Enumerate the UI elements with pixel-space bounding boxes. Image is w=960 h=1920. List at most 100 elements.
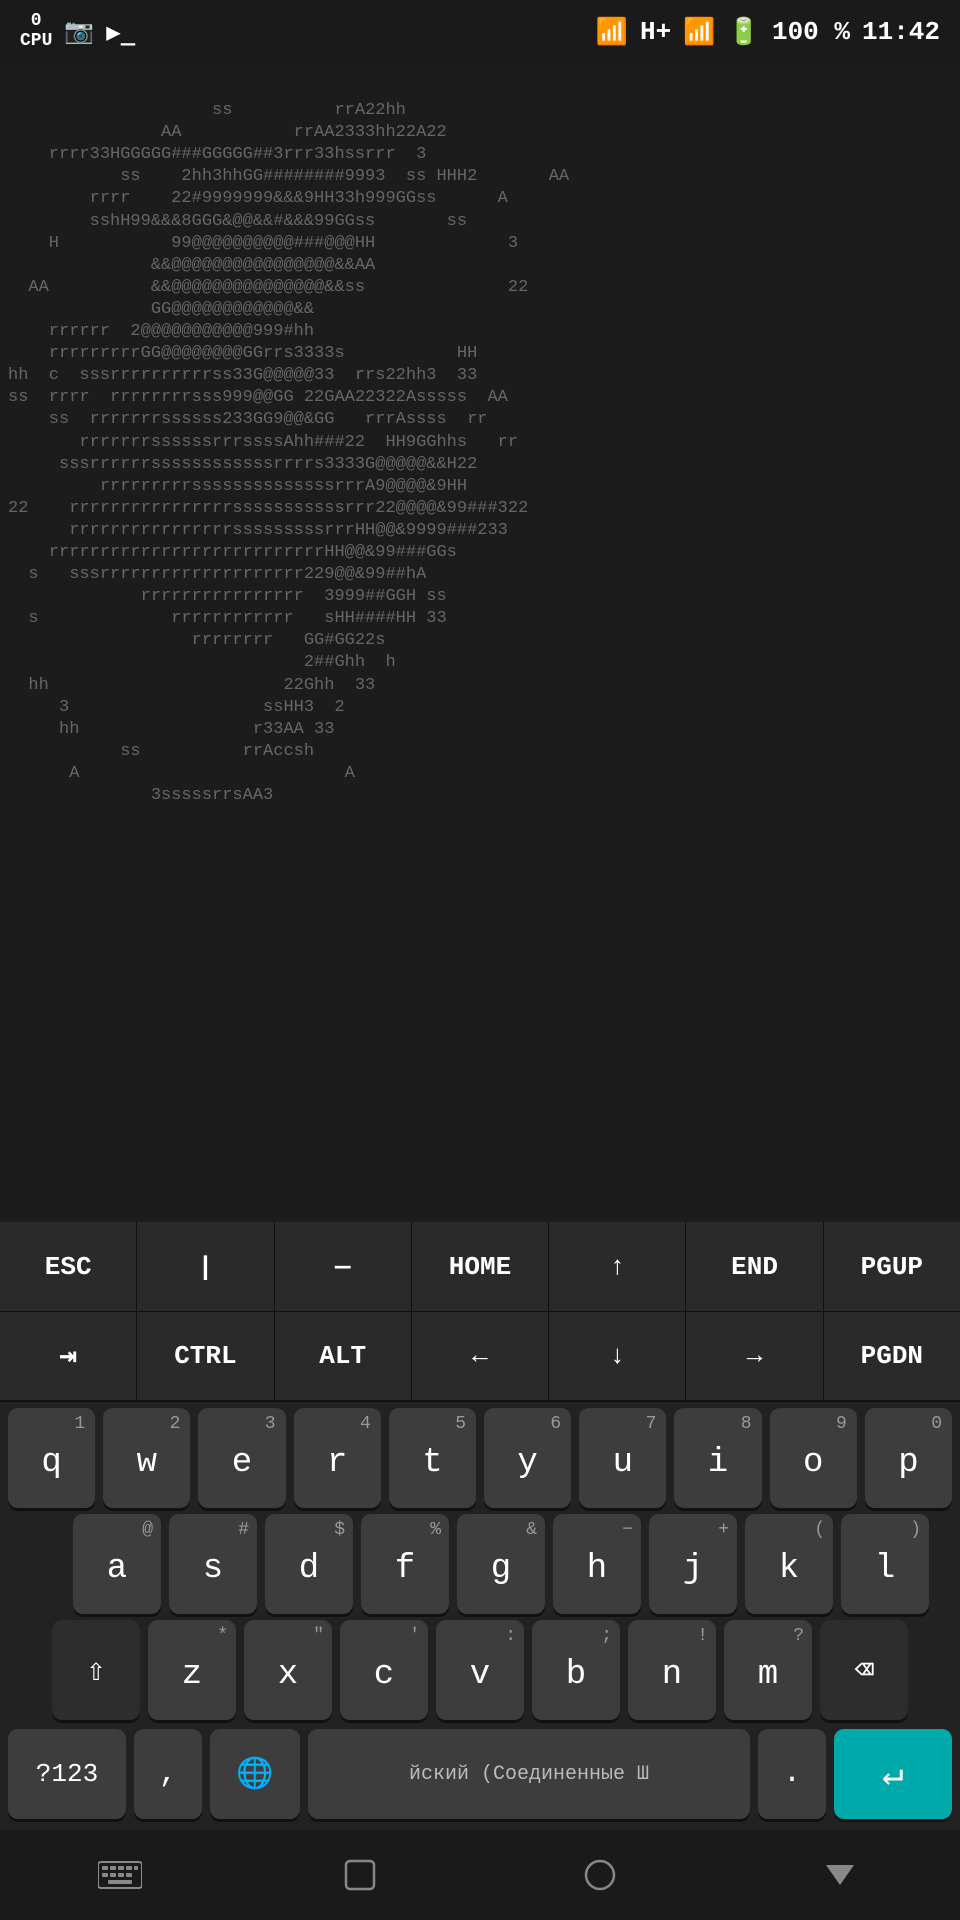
shift-icon: ⇧ — [86, 1650, 105, 1690]
key-pipe[interactable]: | — [137, 1222, 274, 1311]
key-end[interactable]: END — [686, 1222, 823, 1311]
key-w-letter: w — [137, 1444, 157, 1482]
key-z-letter: z — [182, 1656, 202, 1694]
key-j[interactable]: + j — [649, 1514, 737, 1614]
nav-home-button[interactable] — [570, 1845, 630, 1905]
key-s-sym: # — [238, 1520, 249, 1540]
key-o-num: 9 — [836, 1414, 847, 1434]
key-period-label: . — [783, 1757, 801, 1791]
key-k-sym: ( — [814, 1520, 825, 1540]
key-v-letter: v — [470, 1656, 490, 1694]
key-a-letter: a — [107, 1550, 127, 1588]
key-f[interactable]: % f — [361, 1514, 449, 1614]
enter-icon: ↵ — [882, 1753, 904, 1796]
special-row-1: ESC | — HOME ↑ END PGUP — [0, 1222, 960, 1312]
nav-keyboard-button[interactable] — [90, 1845, 150, 1905]
key-e[interactable]: 3 e — [198, 1408, 285, 1508]
key-space[interactable]: йский (Соединенные Ш — [308, 1729, 750, 1819]
key-p-letter: p — [898, 1444, 918, 1482]
key-j-letter: j — [683, 1550, 703, 1588]
key-z[interactable]: * z — [148, 1620, 236, 1720]
key-z-sym: * — [217, 1626, 228, 1646]
key-x[interactable]: " x — [244, 1620, 332, 1720]
key-r[interactable]: 4 r — [294, 1408, 381, 1508]
key-w-num: 2 — [170, 1414, 181, 1434]
key-comma[interactable]: , — [134, 1729, 202, 1819]
key-v[interactable]: : v — [436, 1620, 524, 1720]
key-left[interactable]: ← — [412, 1312, 549, 1400]
circle-icon — [582, 1857, 618, 1893]
video-icon: 📷 — [64, 17, 94, 47]
key-pgdn[interactable]: PGDN — [824, 1312, 960, 1400]
key-r-letter: r — [327, 1444, 347, 1482]
key-r-num: 4 — [360, 1414, 371, 1434]
key-home[interactable]: HOME — [412, 1222, 549, 1311]
key-j-sym: + — [718, 1520, 729, 1540]
key-b[interactable]: ; b — [532, 1620, 620, 1720]
key-right[interactable]: → — [686, 1312, 823, 1400]
key-esc[interactable]: ESC — [0, 1222, 137, 1311]
key-l[interactable]: ) l — [841, 1514, 929, 1614]
key-l-sym: ) — [910, 1520, 921, 1540]
key-i-letter: i — [708, 1444, 728, 1482]
key-q-letter: q — [41, 1444, 61, 1482]
square-icon — [342, 1857, 378, 1893]
battery-icon: 🔋 — [728, 17, 760, 48]
key-period[interactable]: . — [758, 1729, 826, 1819]
key-d-letter: d — [299, 1550, 319, 1588]
key-d[interactable]: $ d — [265, 1514, 353, 1614]
key-e-letter: e — [232, 1444, 252, 1482]
key-up[interactable]: ↑ — [549, 1222, 686, 1311]
nav-recents-button[interactable] — [330, 1845, 390, 1905]
key-backspace[interactable]: ⌫ — [820, 1620, 908, 1720]
key-dash[interactable]: — — [275, 1222, 412, 1311]
key-k-letter: k — [779, 1550, 799, 1588]
key-y-num: 6 — [550, 1414, 561, 1434]
key-u[interactable]: 7 u — [579, 1408, 666, 1508]
cpu-number: 0 — [31, 12, 42, 32]
key-c[interactable]: ' c — [340, 1620, 428, 1720]
key-comma-label: , — [159, 1757, 177, 1791]
key-alt[interactable]: ALT — [275, 1312, 412, 1400]
key-shift[interactable]: ⇧ — [52, 1620, 140, 1720]
keyboard-row-zxcv: ⇧ * z " x ' c : v ; b ! n ? m — [0, 1614, 960, 1720]
key-o[interactable]: 9 o — [770, 1408, 857, 1508]
key-t[interactable]: 5 t — [389, 1408, 476, 1508]
key-p[interactable]: 0 p — [865, 1408, 952, 1508]
key-c-sym: ' — [409, 1626, 420, 1646]
key-q-num: 1 — [74, 1414, 85, 1434]
key-f-letter: f — [395, 1550, 415, 1588]
terminal-area[interactable]: ss rrA22hh AA rrAA2333hh22A22 rrrr33HGGG… — [0, 64, 960, 1222]
key-h[interactable]: − h — [553, 1514, 641, 1614]
key-ctrl[interactable]: CTRL — [137, 1312, 274, 1400]
key-globe[interactable]: 🌐 — [210, 1729, 300, 1819]
key-m[interactable]: ? m — [724, 1620, 812, 1720]
key-m-sym: ? — [793, 1626, 804, 1646]
key-123-label: ?123 — [36, 1759, 98, 1789]
key-h-sym: − — [622, 1520, 633, 1540]
clock: 11:42 — [862, 17, 940, 47]
key-q[interactable]: 1 q — [8, 1408, 95, 1508]
key-n[interactable]: ! n — [628, 1620, 716, 1720]
key-a[interactable]: @ a — [73, 1514, 161, 1614]
key-s-letter: s — [203, 1550, 223, 1588]
key-i[interactable]: 8 i — [674, 1408, 761, 1508]
key-g[interactable]: & g — [457, 1514, 545, 1614]
signal-bars-icon: 📶 — [683, 17, 715, 48]
keyboard-area: ESC | — HOME ↑ END PGUP ⇥ CTRL ALT ← ↓ →… — [0, 1222, 960, 1830]
key-enter[interactable]: ↵ — [834, 1729, 952, 1819]
key-y[interactable]: 6 y — [484, 1408, 571, 1508]
key-tab[interactable]: ⇥ — [0, 1312, 137, 1400]
key-c-letter: c — [374, 1656, 394, 1694]
key-123[interactable]: ?123 — [8, 1729, 126, 1819]
key-pgup[interactable]: PGUP — [824, 1222, 960, 1311]
nav-back-button[interactable] — [810, 1845, 870, 1905]
key-h-letter: h — [587, 1550, 607, 1588]
wifi-icon: 📶 — [596, 17, 628, 48]
key-w[interactable]: 2 w — [103, 1408, 190, 1508]
key-down[interactable]: ↓ — [549, 1312, 686, 1400]
cpu-label: CPU — [20, 32, 52, 52]
key-s[interactable]: # s — [169, 1514, 257, 1614]
key-d-sym: $ — [334, 1520, 345, 1540]
key-k[interactable]: ( k — [745, 1514, 833, 1614]
